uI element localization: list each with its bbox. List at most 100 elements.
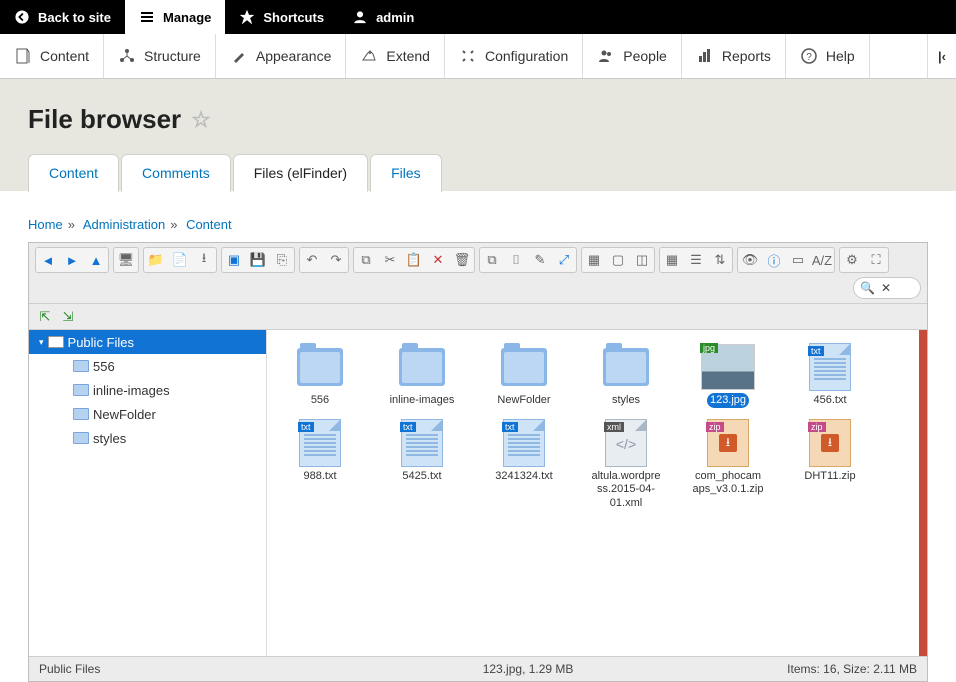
folder-icon (73, 384, 89, 396)
favorite-star-icon[interactable]: ☆ (191, 107, 211, 133)
menu-configuration[interactable]: Configuration (445, 34, 583, 78)
upload-icon[interactable]: ⭳ (193, 249, 215, 271)
file-item[interactable]: txt988.txt (279, 416, 361, 513)
file-item[interactable]: 556 (279, 340, 361, 410)
tab-files[interactable]: Files (370, 154, 442, 192)
status-bar: Public Files 123.jpg, 1.29 MB Items: 16,… (29, 656, 927, 681)
appearance-icon (230, 47, 248, 65)
menu-people[interactable]: People (583, 34, 682, 78)
tree-node[interactable]: NewFolder (29, 402, 266, 426)
file-label: 988.txt (300, 469, 339, 484)
forward-icon[interactable]: ► (61, 249, 83, 271)
selectall-icon[interactable]: ▦ (583, 249, 605, 271)
file-label: DHT11.zip (801, 469, 858, 484)
file-thumb (395, 344, 449, 390)
preview-icon[interactable]: 👁 (739, 249, 761, 271)
back-to-site[interactable]: Back to site (0, 0, 125, 34)
people-icon (597, 47, 615, 65)
menu-help[interactable]: ?Help (786, 34, 870, 78)
manage-label: Manage (163, 10, 211, 25)
menu-appearance[interactable]: Appearance (216, 34, 347, 78)
selectnone-icon[interactable]: ▢ (607, 249, 629, 271)
scrollbar[interactable] (919, 330, 927, 656)
delete-icon[interactable]: ✕ (427, 249, 449, 271)
file-item[interactable]: NewFolder (483, 340, 565, 410)
view-list-icon[interactable]: ☰ (685, 249, 707, 271)
tab-files-elfinder[interactable]: Files (elFinder) (233, 154, 368, 192)
up-icon[interactable]: ▲ (85, 249, 107, 271)
sort-icon[interactable]: ⇅ (709, 249, 731, 271)
undo-icon[interactable]: ↶ (301, 249, 323, 271)
tree-root[interactable]: ▾ Public Files (29, 330, 266, 354)
fullscreen-icon[interactable]: ⛶ (865, 249, 887, 271)
menu-structure[interactable]: Structure (104, 34, 216, 78)
star-icon (239, 9, 255, 25)
menu-content[interactable]: Content (0, 34, 104, 78)
back-arrow-icon (14, 9, 30, 25)
user-menu[interactable]: admin (338, 0, 428, 34)
drive-icon (48, 336, 64, 348)
file-item[interactable]: zip⭳com_phocamaps_v3.0.1.zip (687, 416, 769, 513)
rename-icon[interactable]: ⌷ (505, 249, 527, 271)
places2-icon[interactable]: ⇲ (58, 307, 78, 327)
back-icon[interactable]: ◄ (37, 249, 59, 271)
extract-icon[interactable]: ▭ (787, 249, 809, 271)
getfile-icon[interactable]: ⎘ (271, 249, 293, 271)
copy-icon[interactable]: ⧉ (355, 249, 377, 271)
breadcrumb: Home» Administration» Content (28, 217, 928, 232)
crumb-content[interactable]: Content (186, 217, 232, 232)
resize-icon[interactable]: ⤢ (553, 249, 575, 271)
paste-icon[interactable]: 📋 (403, 249, 425, 271)
open-icon[interactable]: ▣ (223, 249, 245, 271)
file-item[interactable]: xml</>altula.wordpress.2015-04-01.xml (585, 416, 667, 513)
shortcuts[interactable]: Shortcuts (225, 0, 338, 34)
file-grid[interactable]: 556 inline-images NewFolder styles jpg123.jp… (267, 330, 927, 656)
chevron-left-icon: |‹ (938, 49, 946, 64)
download-icon[interactable]: 💾 (247, 249, 269, 271)
file-thumb: txt (395, 420, 449, 466)
duplicate-icon[interactable]: ⧉ (481, 249, 503, 271)
redo-icon[interactable]: ↷ (325, 249, 347, 271)
file-item[interactable]: inline-images (381, 340, 463, 410)
file-thumb: txt (497, 420, 551, 466)
search-box[interactable]: 🔍✕ (853, 277, 921, 299)
file-label: NewFolder (494, 393, 553, 408)
tree-node[interactable]: styles (29, 426, 266, 450)
edit-icon[interactable]: ✎ (529, 249, 551, 271)
empty-icon[interactable]: 🗑 (451, 249, 473, 271)
tree-node[interactable]: inline-images (29, 378, 266, 402)
crumb-admin[interactable]: Administration (83, 217, 165, 232)
file-item[interactable]: txt456.txt (789, 340, 871, 410)
file-item[interactable]: txt5425.txt (381, 416, 463, 513)
newfile-icon[interactable]: 📄 (169, 249, 191, 271)
info-icon[interactable]: ⓘ (763, 249, 785, 271)
tab-content[interactable]: Content (28, 154, 119, 192)
search-clear-icon[interactable]: ✕ (881, 281, 891, 295)
file-item[interactable]: zip⭳DHT11.zip (789, 416, 871, 513)
tree-node[interactable]: 556 (29, 354, 266, 378)
crumb-home[interactable]: Home (28, 217, 63, 232)
file-item[interactable]: jpg123.jpg (687, 340, 769, 410)
cut-icon[interactable]: ✂ (379, 249, 401, 271)
file-thumb (293, 344, 347, 390)
newfolder-icon[interactable]: 📁 (145, 249, 167, 271)
settings-icon[interactable]: ⚙ (841, 249, 863, 271)
menu-collapse[interactable]: |‹ (927, 34, 956, 78)
shortcuts-label: Shortcuts (263, 10, 324, 25)
file-item[interactable]: txt3241324.txt (483, 416, 565, 513)
netmount-icon[interactable]: 🖥 (115, 249, 137, 271)
menu-extend[interactable]: Extend (346, 34, 445, 78)
places-icon[interactable]: ⇱ (35, 307, 55, 327)
tab-comments[interactable]: Comments (121, 154, 231, 192)
content-region: Home» Administration» Content ◄►▲ 🖥 📁📄⭳ … (0, 191, 956, 682)
view-icons-icon[interactable]: ▦ (661, 249, 683, 271)
structure-icon (118, 47, 136, 65)
file-item[interactable]: styles (585, 340, 667, 410)
collapse-icon[interactable]: ▾ (39, 337, 44, 348)
primary-tabs: Content Comments Files (elFinder) Files (28, 153, 928, 191)
archive-icon[interactable]: A/Z (811, 249, 833, 271)
manage[interactable]: Manage (125, 0, 225, 34)
selectinvert-icon[interactable]: ◫ (631, 249, 653, 271)
menu-reports[interactable]: Reports (682, 34, 786, 78)
admin-menu: Content Structure Appearance Extend Conf… (0, 34, 956, 79)
